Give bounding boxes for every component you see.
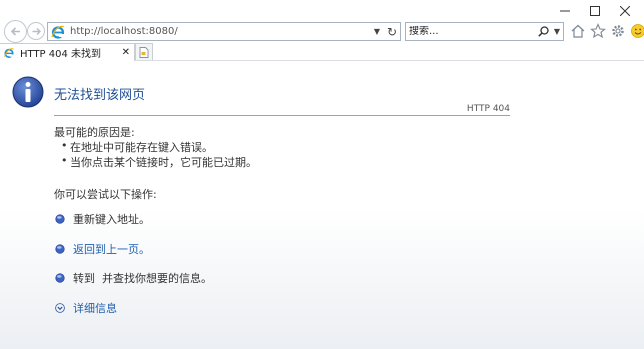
back-button[interactable] — [4, 20, 27, 43]
tab-ie-logo-icon — [4, 47, 14, 58]
address-bar[interactable]: http://localhost:8080/ ▼ ↻ — [47, 22, 401, 41]
tab-http-404[interactable]: HTTP 404 未找到 ✕ — [0, 43, 135, 61]
forward-arrow-icon — [32, 27, 41, 35]
search-input[interactable] — [406, 26, 535, 37]
forward-button[interactable] — [27, 22, 45, 40]
ie-logo-icon — [51, 25, 65, 39]
window-controls — [550, 2, 640, 20]
try-heading: 你可以尝试以下操作: — [54, 188, 157, 201]
title-divider — [54, 115, 510, 116]
reasons-heading: 最可能的原因是: — [54, 126, 135, 139]
maximize-icon — [590, 6, 600, 16]
new-tab-icon — [139, 46, 149, 58]
home-icon[interactable] — [569, 21, 587, 41]
search-dropdown-icon[interactable]: ▼ — [551, 27, 563, 36]
settings-gear-icon[interactable] — [609, 21, 627, 41]
refresh-icon[interactable]: ↻ — [384, 25, 400, 39]
page-title: 无法找到该网页 — [54, 88, 146, 103]
chevron-down-circle-icon[interactable] — [55, 303, 65, 313]
info-icon — [12, 76, 44, 108]
close-icon — [620, 6, 630, 16]
back-arrow-icon — [10, 27, 20, 36]
tab-title: HTTP 404 未找到 — [20, 49, 102, 60]
action-search-site: 转到 并查找你想要的信息。 — [55, 270, 212, 286]
action-go-back[interactable]: 返回到上一页。 — [55, 241, 150, 257]
blue-bullet-icon — [55, 244, 65, 254]
tab-close-icon[interactable]: ✕ — [122, 47, 130, 58]
url-text[interactable]: http://localhost:8080/ — [70, 26, 370, 37]
minimize-icon — [560, 10, 570, 12]
action-retype-address: 重新键入地址。 — [55, 211, 150, 227]
go-back-link[interactable]: 返回到上一页。 — [73, 241, 150, 257]
blue-bullet-icon — [55, 273, 65, 283]
action-label: 重新键入地址。 — [73, 213, 150, 226]
action-label: 转到 并查找你想要的信息。 — [73, 272, 212, 285]
more-info-link[interactable]: 详细信息 — [73, 300, 117, 316]
favorites-star-icon[interactable] — [589, 21, 607, 41]
toolbar-icons — [569, 21, 644, 41]
address-dropdown-icon[interactable]: ▼ — [370, 27, 384, 36]
close-window-button[interactable] — [610, 2, 640, 20]
reason-item: 在地址中可能存在键入错误。 — [61, 139, 213, 155]
search-icon[interactable] — [535, 26, 551, 37]
new-tab-button[interactable] — [135, 43, 153, 60]
more-info-toggle[interactable]: 详细信息 — [55, 300, 117, 316]
http-code: HTTP 404 — [466, 104, 510, 114]
minimize-button[interactable] — [550, 2, 580, 20]
smiley-feedback-icon[interactable] — [629, 21, 644, 41]
search-bar[interactable]: ▼ — [405, 22, 564, 41]
tab-row-divider — [135, 60, 644, 61]
blue-bullet-icon — [55, 214, 65, 224]
maximize-button[interactable] — [580, 2, 610, 20]
reason-item: 当你点击某个链接时，它可能已过期。 — [61, 154, 257, 170]
